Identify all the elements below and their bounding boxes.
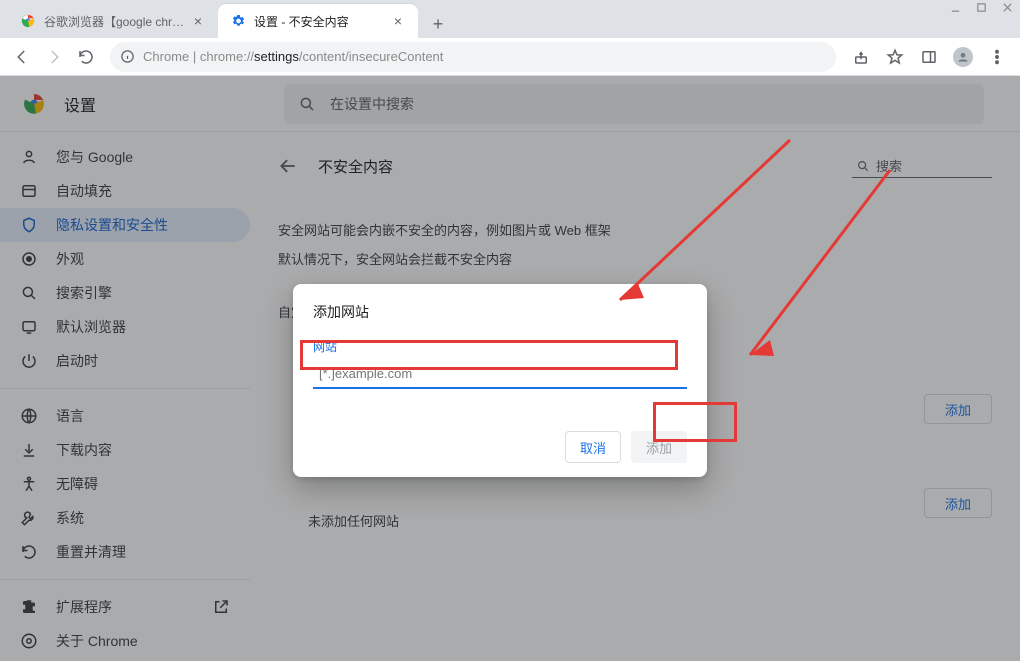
nav-forward-button[interactable] xyxy=(40,43,68,71)
share-icon[interactable] xyxy=(846,42,876,72)
address-bar[interactable]: Chrome | chrome://settings/content/insec… xyxy=(110,42,836,72)
tab-title: 谷歌浏览器【google chrome】 xyxy=(44,13,190,30)
site-info-icon[interactable] xyxy=(120,49,135,64)
tab-title: 设置 - 不安全内容 xyxy=(254,13,390,30)
site-url-input[interactable] xyxy=(313,359,687,389)
window-minimize-button[interactable] xyxy=(942,0,968,14)
nav-back-button[interactable] xyxy=(8,43,36,71)
profile-avatar[interactable] xyxy=(948,42,978,72)
dialog-cancel-button[interactable]: 取消 xyxy=(565,431,621,463)
tab-chrome-home[interactable]: 谷歌浏览器【google chrome】 × xyxy=(8,4,218,38)
kebab-menu-icon[interactable] xyxy=(982,42,1012,72)
chrome-icon xyxy=(20,13,36,29)
side-panel-icon[interactable] xyxy=(914,42,944,72)
dialog-title: 添加网站 xyxy=(313,302,687,322)
new-tab-button[interactable]: + xyxy=(424,10,452,38)
window-controls xyxy=(942,0,1020,14)
add-site-dialog: 添加网站 网站 取消 添加 xyxy=(293,284,707,477)
window-close-button[interactable] xyxy=(994,0,1020,14)
bookmark-star-icon[interactable] xyxy=(880,42,910,72)
nav-reload-button[interactable] xyxy=(72,43,100,71)
tab-close-icon[interactable]: × xyxy=(390,13,406,29)
dialog-confirm-button[interactable]: 添加 xyxy=(631,431,687,463)
url-text: Chrome | chrome://settings/content/insec… xyxy=(143,49,443,64)
settings-gear-icon xyxy=(230,13,246,29)
tab-close-icon[interactable]: × xyxy=(190,13,206,29)
dialog-field-label: 网站 xyxy=(313,338,687,355)
tab-settings-insecure[interactable]: 设置 - 不安全内容 × xyxy=(218,4,418,38)
window-maximize-button[interactable] xyxy=(968,0,994,14)
browser-toolbar: Chrome | chrome://settings/content/insec… xyxy=(0,38,1020,76)
tab-strip: 谷歌浏览器【google chrome】 × 设置 - 不安全内容 × + xyxy=(0,0,1020,38)
